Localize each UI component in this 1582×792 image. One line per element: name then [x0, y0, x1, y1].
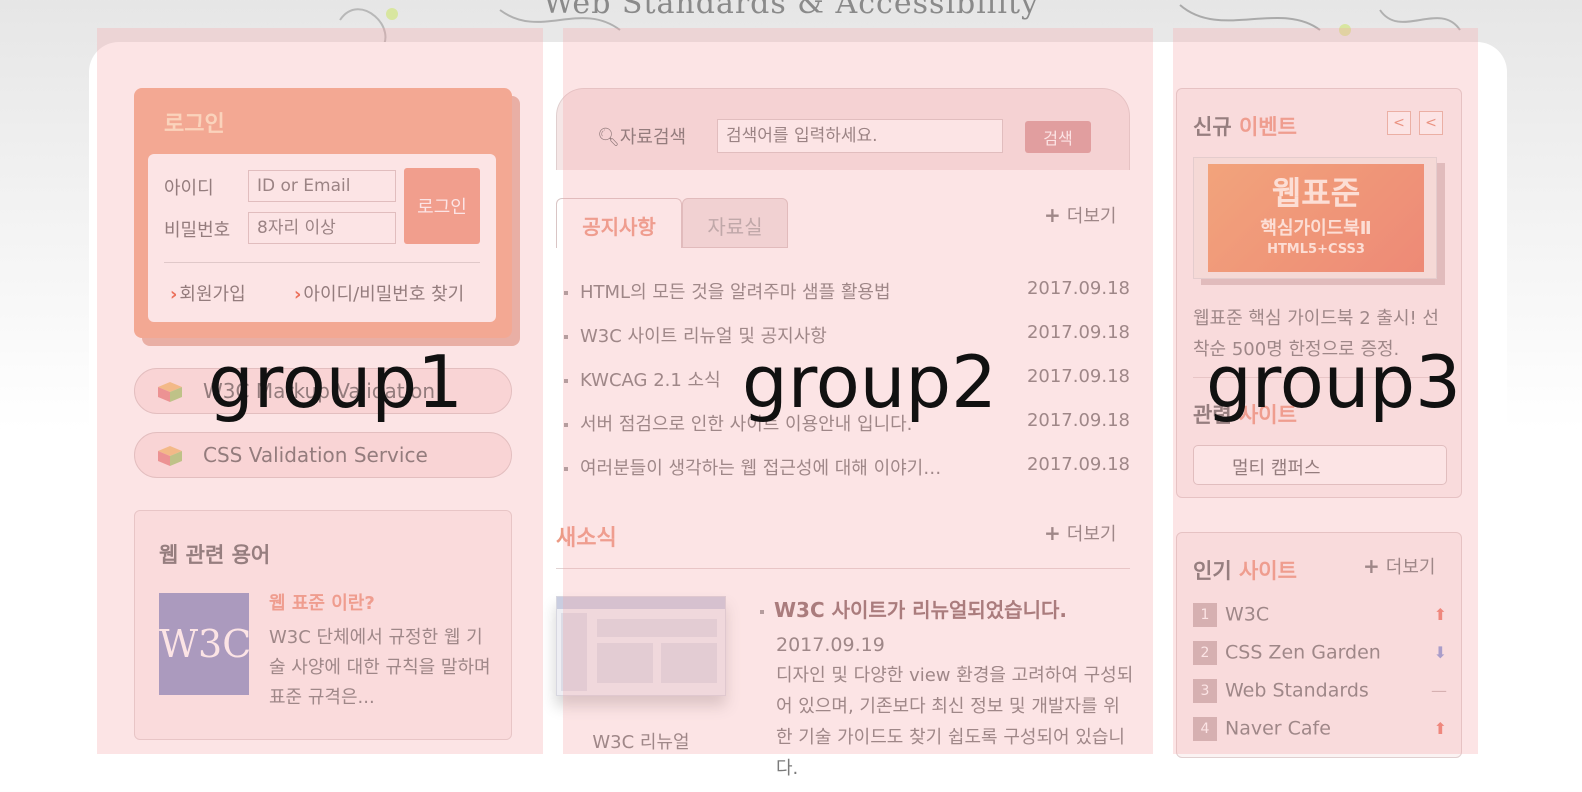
group3-label: group3 [1206, 340, 1461, 424]
group2-label: group2 [742, 340, 997, 424]
group1-label: group1 [208, 340, 463, 424]
site-slogan: Web Standards & Accessibility [543, 0, 1039, 21]
